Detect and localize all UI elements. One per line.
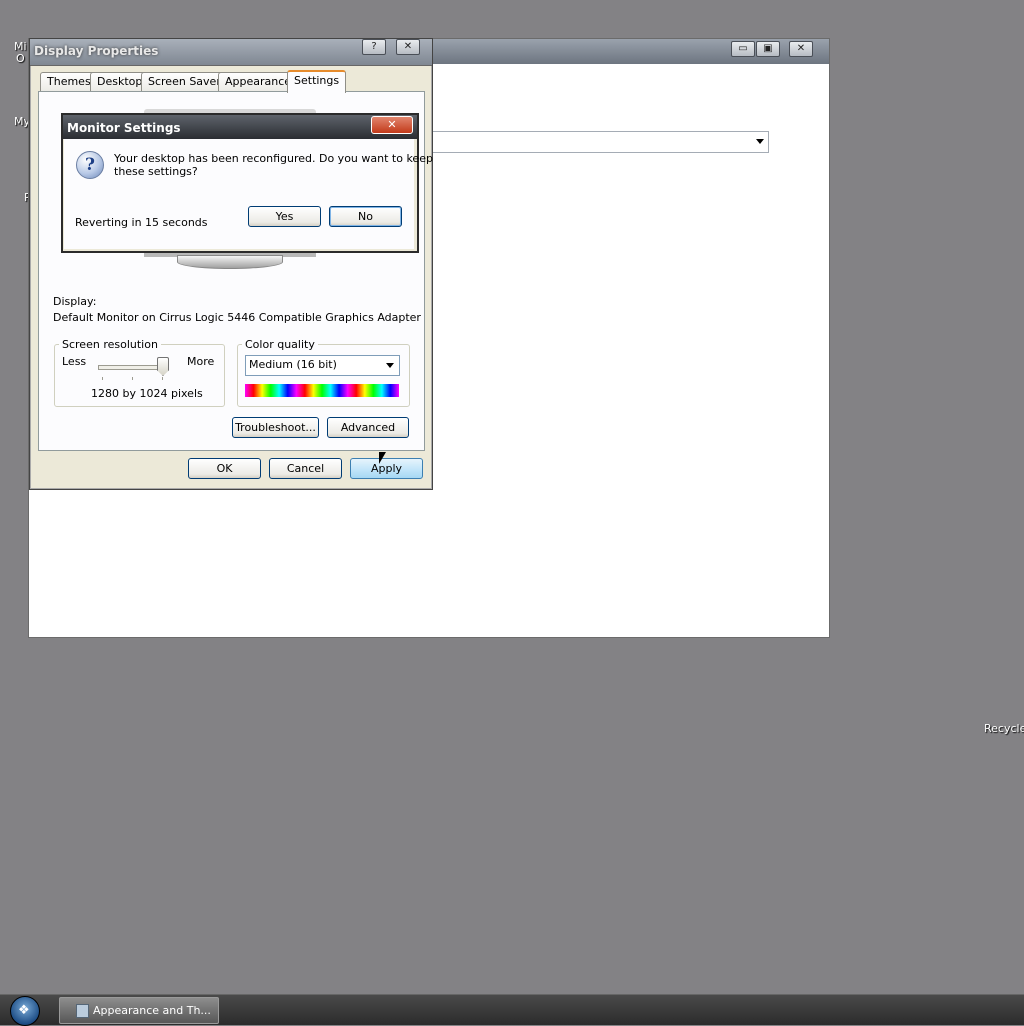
close-icon: ✕	[403, 41, 413, 52]
taskbar-button-label: Appearance and Th...	[93, 1004, 211, 1017]
slider-tick	[162, 377, 163, 380]
minimize-icon: ▭	[738, 43, 748, 54]
dialog-titlebar[interactable]: Monitor Settings ✕	[63, 115, 417, 139]
screen-resolution-legend: Screen resolution	[59, 338, 161, 351]
minimize-button[interactable]: ▭	[731, 41, 755, 57]
help-icon: ?	[371, 41, 377, 52]
color-quality-legend: Color quality	[242, 338, 318, 351]
chevron-down-icon	[756, 139, 764, 144]
color-quality-select[interactable]: Medium (16 bit)	[245, 355, 400, 376]
display-properties-dialog: Display Properties ? ✕ Themes Desktop Sc…	[29, 38, 433, 490]
no-button[interactable]: No	[329, 206, 402, 227]
tab-settings[interactable]: Settings	[287, 70, 347, 93]
less-label: Less	[62, 355, 87, 368]
desktop-icon-label[interactable]: O	[16, 52, 25, 65]
ok-button[interactable]: OK	[188, 458, 261, 479]
cancel-button[interactable]: Cancel	[269, 458, 342, 479]
resolution-slider-track[interactable]	[98, 365, 166, 370]
dialog-body: ? Your desktop has been reconfigured. Do…	[64, 139, 433, 249]
taskbar-button-appearance[interactable]: Appearance and Th...	[59, 997, 219, 1024]
close-icon: ✕	[796, 43, 806, 54]
monitor-preview-stand	[177, 255, 283, 269]
troubleshoot-button[interactable]: Troubleshoot...	[232, 417, 319, 438]
background-combobox[interactable]	[427, 131, 769, 153]
countdown-text: Reverting in 15 seconds	[75, 216, 208, 229]
message-line: these settings?	[114, 165, 198, 178]
maximize-button[interactable]: ▣	[756, 41, 780, 57]
message-line: Your desktop has been reconfigured. Do y…	[114, 152, 433, 165]
mouse-cursor-icon	[379, 452, 386, 464]
question-icon: ?	[76, 151, 104, 179]
close-button[interactable]: ✕	[396, 39, 420, 55]
display-value: Default Monitor on Cirrus Logic 5446 Com…	[53, 311, 421, 324]
close-button[interactable]: ✕	[789, 41, 813, 57]
more-label: More	[187, 355, 215, 368]
chevron-down-icon	[386, 363, 394, 368]
dialog-titlebar[interactable]: Display Properties ? ✕	[30, 39, 432, 66]
dialog-title: Display Properties	[34, 44, 159, 58]
tab-screen-saver[interactable]: Screen Saver	[141, 72, 228, 91]
apply-button[interactable]: Apply	[350, 458, 423, 479]
control-panel-icon	[76, 1004, 89, 1018]
dialog-title: Monitor Settings	[67, 121, 181, 135]
close-button[interactable]: ✕	[371, 116, 413, 134]
display-label: Display:	[53, 295, 97, 308]
monitor-settings-dialog: Monitor Settings ✕ ? Your desktop has be…	[61, 113, 433, 253]
maximize-icon: ▣	[763, 43, 773, 54]
advanced-button[interactable]: Advanced	[327, 417, 409, 438]
color-spectrum-bar	[245, 384, 399, 397]
recycle-bin-label[interactable]: Recycle	[984, 722, 1024, 735]
help-button[interactable]: ?	[362, 39, 386, 55]
windows-logo-icon: ❖	[18, 1003, 30, 1018]
start-button[interactable]: ❖	[10, 996, 40, 1026]
color-quality-selected: Medium (16 bit)	[249, 358, 337, 371]
slider-tick	[102, 377, 103, 380]
close-icon: ✕	[387, 118, 397, 131]
resolution-value: 1280 by 1024 pixels	[91, 387, 203, 400]
slider-tick	[132, 377, 133, 380]
yes-button[interactable]: Yes	[248, 206, 321, 227]
